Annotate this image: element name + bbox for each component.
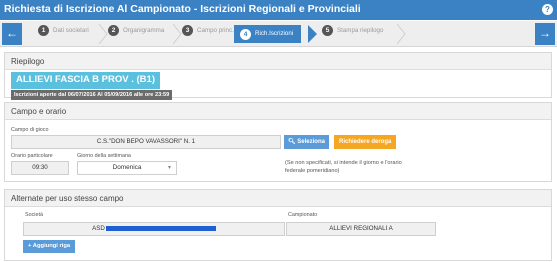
giorno-select[interactable]: Domenica ▾: [77, 161, 177, 175]
aggiungi-riga-label: Aggiungi riga: [32, 243, 71, 249]
day-label: Giorno della settimana: [77, 153, 131, 159]
search-icon: 🔍︎: [288, 139, 296, 145]
chevron-right-icon: [172, 24, 182, 44]
active-step-arrow: [308, 25, 317, 43]
plus-icon: +: [28, 243, 32, 249]
riepilogo-panel: Riepilogo ALLIEVI FASCIA B PROV . (B1) I…: [4, 52, 552, 100]
campo-di-gioco-field[interactable]: C.S."DON BEPO VAVASSORI" N. 1: [11, 135, 281, 149]
aggiungi-riga-button[interactable]: + Aggiungi riga: [23, 240, 76, 253]
col-societa-header: Società: [25, 212, 43, 218]
time-label: Orario particolare: [11, 153, 53, 159]
category-badge: ALLIEVI FASCIA B PROV . (B1): [11, 72, 160, 89]
campo-heading: Campo e orario: [5, 103, 551, 120]
step-number: 1: [38, 25, 49, 36]
table-row-campionato[interactable]: ALLIEVI REGIONALI A: [286, 222, 436, 236]
campo-orario-panel: Campo e orario Campo di gioco C.S."DON B…: [4, 102, 552, 182]
giorno-selected-value: Domenica: [112, 164, 142, 171]
arrow-left-icon: ←: [6, 26, 18, 40]
societa-value: ASD: [92, 225, 105, 232]
step-number: 5: [322, 25, 333, 36]
alternate-heading: Alternate per uso stesso campo: [5, 190, 551, 207]
step-label: Stampa riepilogo: [337, 27, 384, 34]
table-row-societa[interactable]: ASD: [23, 222, 285, 236]
step-stampa-riepilogo[interactable]: 5 Stampa riepilogo: [322, 24, 406, 44]
arrow-right-icon: →: [539, 26, 551, 40]
step-label: Campo princ.: [197, 27, 234, 34]
step-number: 4: [240, 28, 251, 40]
step-rich-iscrizioni[interactable]: 4 Rich.Iscrizioni: [234, 25, 302, 43]
step-label: Rich.Iscrizioni: [255, 30, 294, 37]
wizard-bar: ← 1 Dati societari 2 Organigramma 3 Campo p…: [0, 21, 557, 47]
prev-step-button[interactable]: ←: [2, 23, 22, 45]
step-number: 2: [108, 25, 119, 36]
field-label: Campo di gioco: [11, 127, 49, 133]
help-icon[interactable]: ?: [542, 4, 553, 15]
step-dati-societari[interactable]: 1 Dati societari: [38, 24, 108, 44]
step-campo-princ[interactable]: 3 Campo princ.: [182, 25, 234, 43]
col-campionato-header: Campionato: [288, 212, 318, 218]
step-label: Dati societari: [53, 27, 89, 34]
step-label: Organigramma: [123, 27, 165, 34]
step-number: 3: [182, 25, 193, 36]
window-titlebar: Richiesta di Iscrizione Al Campionato - …: [0, 0, 557, 20]
schedule-note: (Se non specificati, si intende il giorn…: [285, 160, 402, 174]
seleziona-label: Seleziona: [297, 139, 325, 145]
next-step-button[interactable]: →: [535, 23, 555, 45]
chevron-right-icon: [396, 24, 406, 44]
orario-field[interactable]: 09:30: [11, 161, 69, 175]
window-title: Richiesta di Iscrizione Al Campionato - …: [4, 3, 361, 15]
riepilogo-heading: Riepilogo: [5, 53, 551, 70]
chevron-right-icon: [98, 24, 108, 44]
chevron-down-icon: ▾: [167, 165, 171, 171]
step-organigramma[interactable]: 2 Organigramma: [108, 24, 182, 44]
alternate-panel: Alternate per uso stesso campo Società C…: [4, 189, 552, 261]
richiedere-deroga-button[interactable]: Richiedere deroga: [334, 135, 397, 149]
registration-dates-badge: Iscrizioni aperte dal 06/07/2016 Al 05/0…: [11, 90, 173, 100]
seleziona-button[interactable]: 🔍︎ Seleziona: [284, 135, 329, 149]
redacted-name: [105, 225, 216, 231]
